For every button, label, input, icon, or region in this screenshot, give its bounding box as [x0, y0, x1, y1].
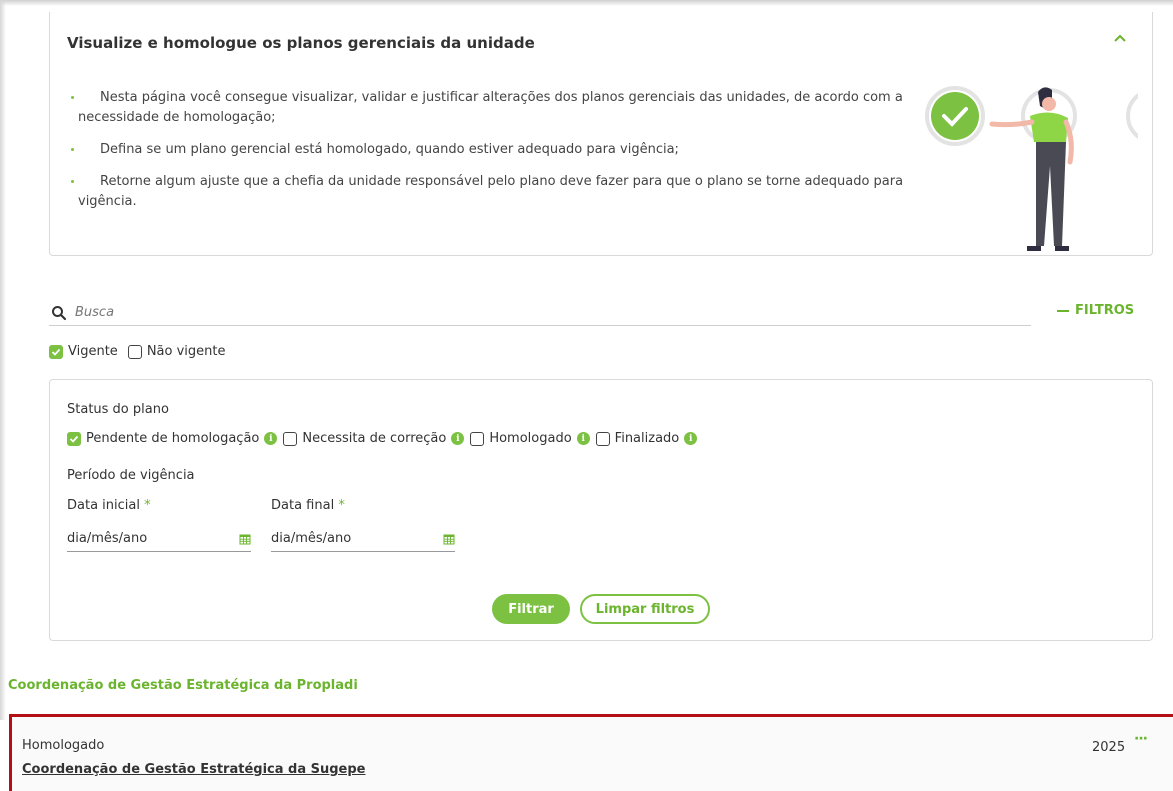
- status-homologado-checkbox[interactable]: [470, 431, 485, 446]
- status-options: Pendente de homologação i Necessita de c…: [67, 431, 703, 446]
- check-icon: [51, 348, 61, 356]
- status-title: Status do plano: [67, 402, 169, 417]
- top-shadow: [0, 0, 1173, 6]
- vigente-checkbox[interactable]: [49, 344, 63, 359]
- period-title: Período de vigência: [67, 468, 195, 483]
- search-input[interactable]: [75, 305, 975, 320]
- chevron-up-icon: [1114, 34, 1126, 42]
- toggle-filters-button[interactable]: FILTROS: [1057, 303, 1134, 318]
- filters-label: FILTROS: [1075, 303, 1135, 318]
- plan-status: Homologado: [22, 738, 105, 753]
- calendar-icon[interactable]: [443, 533, 455, 545]
- info-item: Nesta página você consegue visualizar, v…: [64, 88, 924, 128]
- collapse-button[interactable]: [1108, 26, 1132, 50]
- filter-panel: Status do plano Pendente de homologação …: [49, 379, 1153, 641]
- info-item: Retorne algum ajuste que a chefia da uni…: [64, 172, 924, 212]
- start-date-label-text: Data inicial: [67, 498, 140, 513]
- start-date-field: [67, 526, 251, 552]
- info-item: Defina se um plano gerencial está homolo…: [64, 140, 924, 160]
- info-icon[interactable]: i: [684, 432, 698, 445]
- plan-year: 2025: [1092, 740, 1126, 755]
- end-date-input[interactable]: [271, 531, 421, 546]
- search-icon: [52, 305, 67, 320]
- search-bar: [49, 300, 1031, 326]
- more-options-icon[interactable]: ···: [1134, 731, 1148, 747]
- filter-button[interactable]: Filtrar: [492, 594, 570, 624]
- minus-icon: [1057, 309, 1069, 312]
- info-card: Visualize e homologue os planos gerencia…: [49, 12, 1153, 256]
- plan-row[interactable]: Homologado Coordenação de Gestão Estraté…: [9, 714, 1173, 791]
- left-shadow: [0, 0, 6, 720]
- info-list: Nesta página você consegue visualizar, v…: [64, 88, 924, 224]
- end-date-label-text: Data final: [271, 498, 335, 513]
- nao-vigente-label: Não vigente: [146, 344, 226, 359]
- start-date-input[interactable]: [67, 531, 217, 546]
- nao-vigente-checkbox[interactable]: [127, 344, 142, 359]
- required-mark: *: [144, 498, 151, 513]
- homologation-illustration: [925, 86, 1138, 251]
- required-mark: *: [338, 498, 345, 513]
- status-correcao-label: Necessita de correção: [302, 431, 447, 446]
- status-correcao-checkbox[interactable]: [283, 431, 298, 446]
- status-finalizado-label: Finalizado: [614, 431, 680, 446]
- vigente-label: Vigente: [68, 344, 118, 359]
- clear-filters-button[interactable]: Limpar filtros: [580, 594, 710, 624]
- check-icon: [69, 435, 79, 443]
- calendar-icon[interactable]: [239, 533, 251, 545]
- end-date-field: [271, 526, 455, 552]
- info-icon[interactable]: i: [264, 432, 278, 445]
- plan-unit-link[interactable]: Coordenação de Gestão Estratégica da Sug…: [22, 762, 366, 777]
- status-pendente-checkbox[interactable]: [67, 431, 81, 446]
- end-date-label: Data final *: [271, 498, 345, 513]
- start-date-label: Data inicial *: [67, 498, 151, 513]
- status-finalizado-checkbox[interactable]: [595, 431, 610, 446]
- info-title: Visualize e homologue os planos gerencia…: [67, 34, 535, 52]
- info-icon[interactable]: i: [576, 432, 590, 445]
- info-icon[interactable]: i: [451, 432, 465, 445]
- status-pendente-label: Pendente de homologação: [86, 431, 260, 446]
- validity-filter: Vigente Não vigente: [49, 344, 225, 359]
- section-title: Coordenação de Gestão Estratégica da Pro…: [8, 678, 358, 693]
- status-homologado-label: Homologado: [489, 431, 572, 446]
